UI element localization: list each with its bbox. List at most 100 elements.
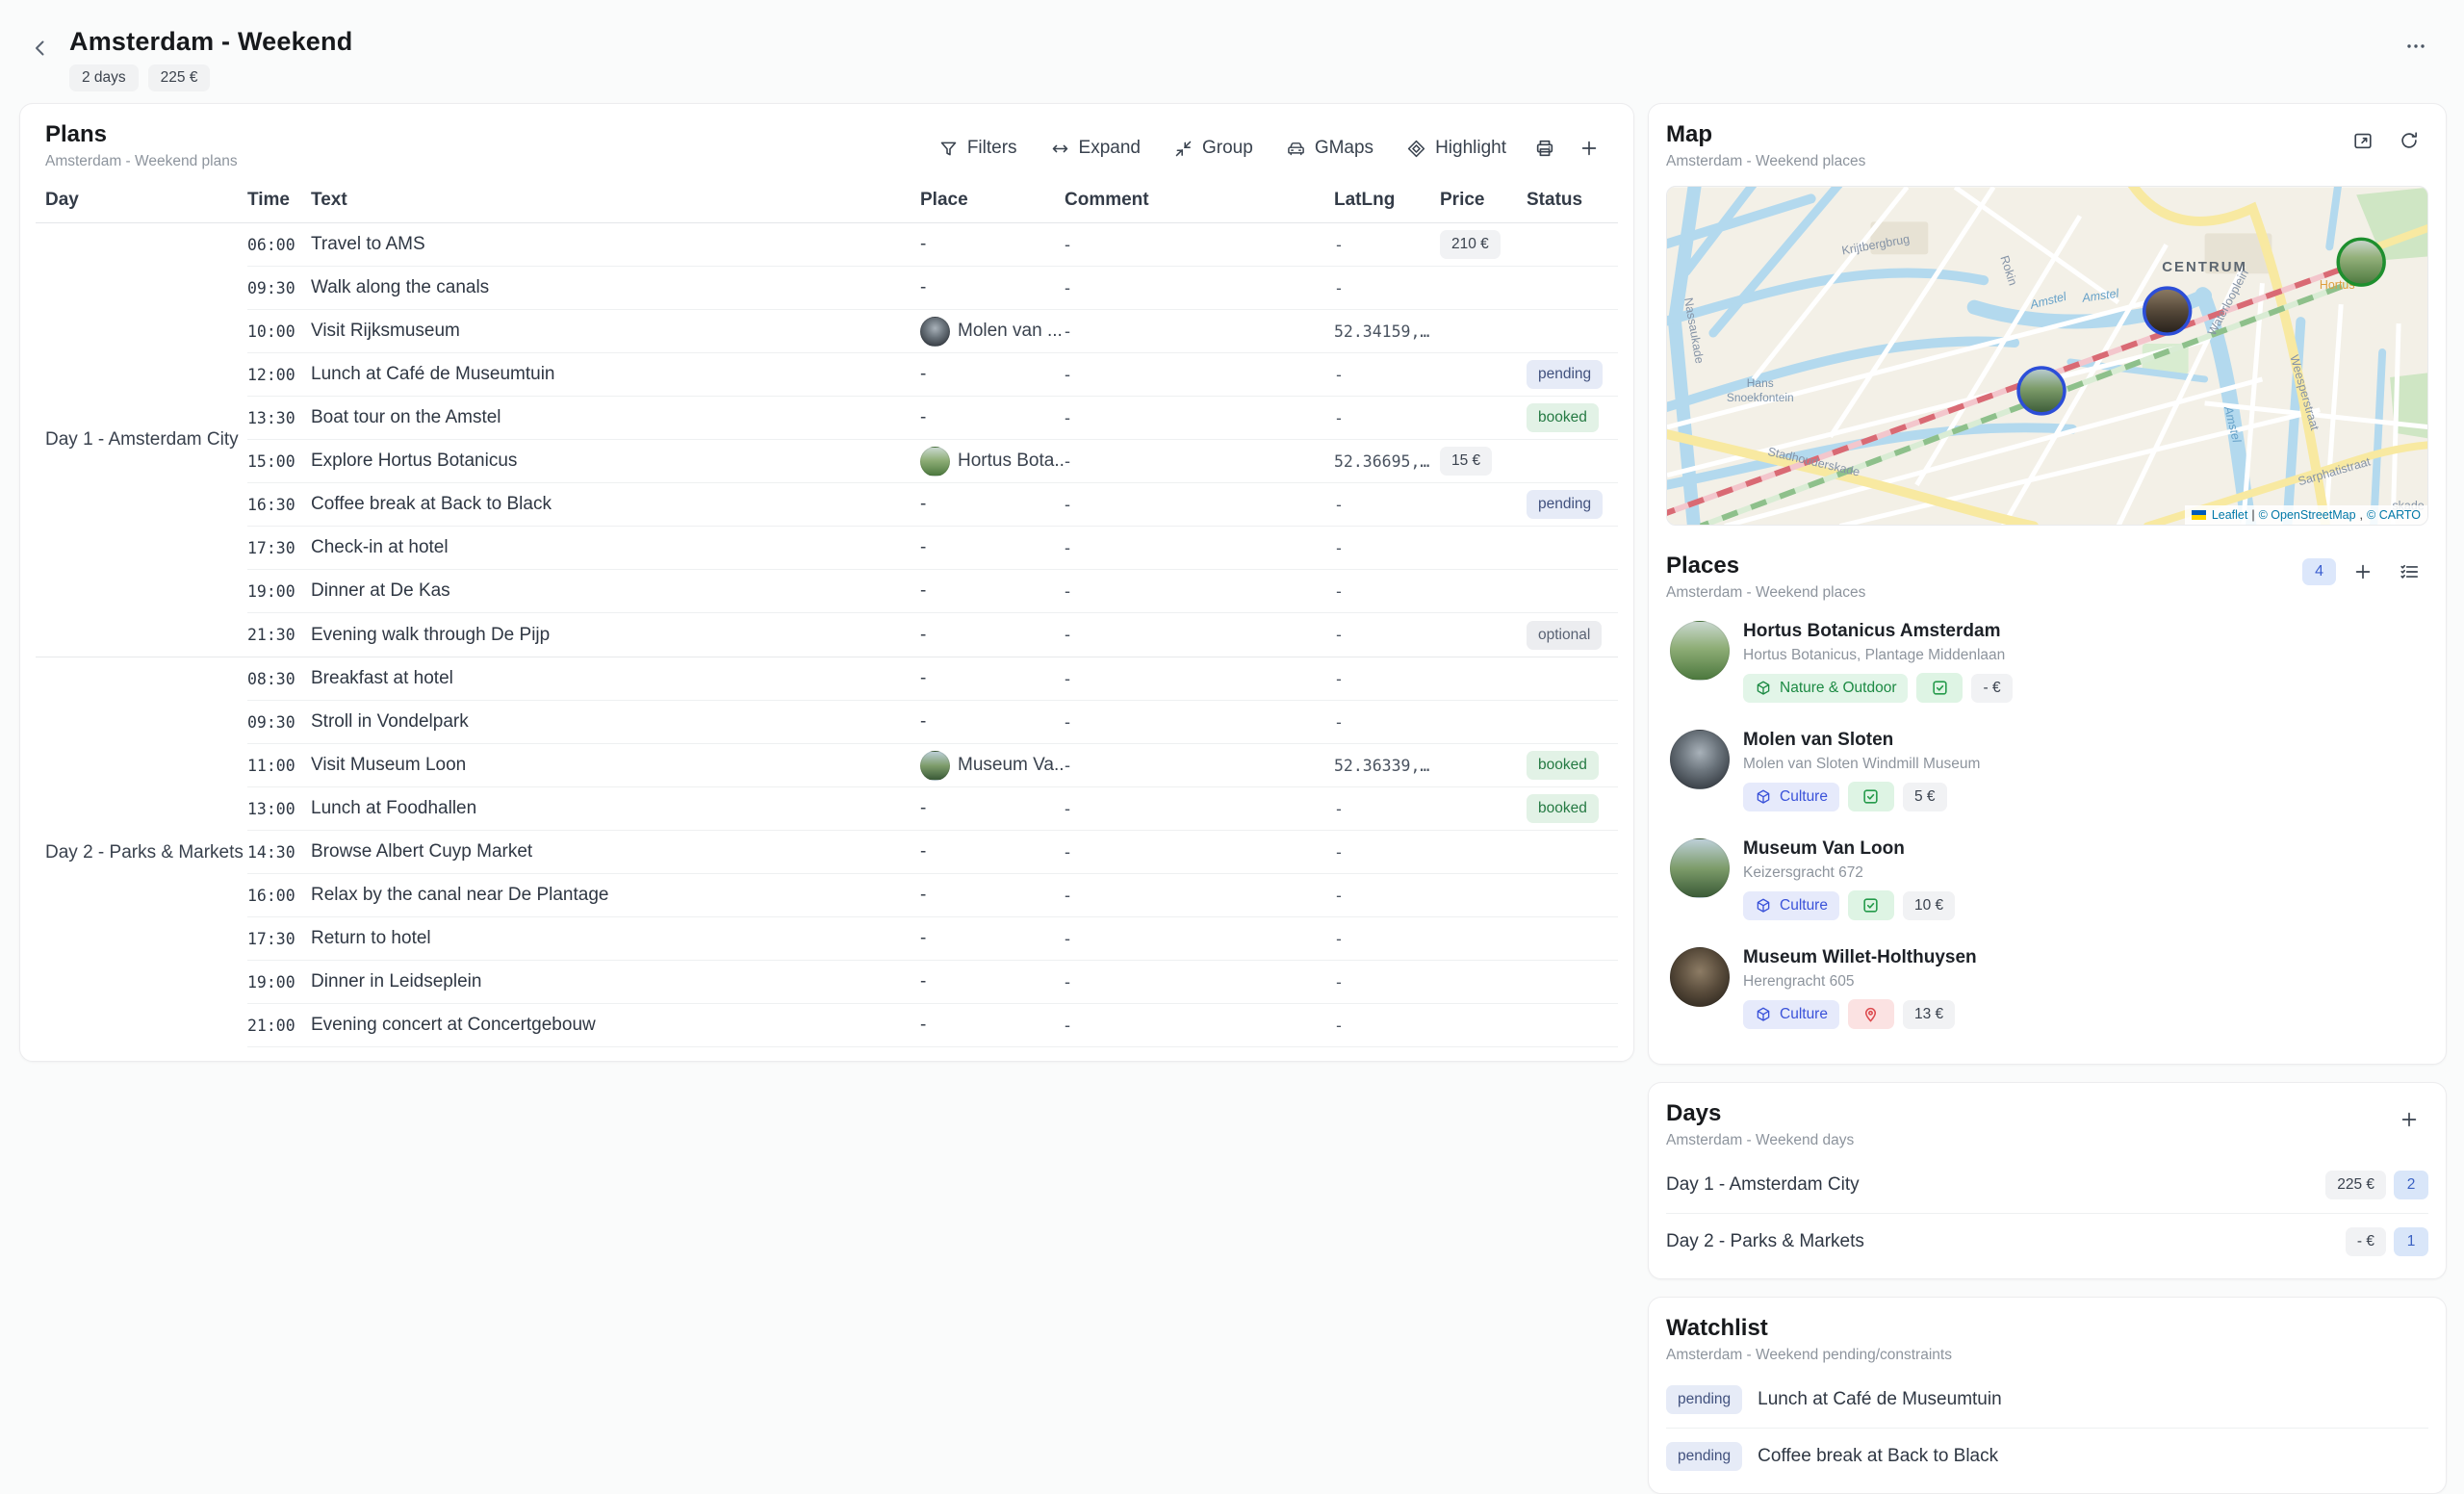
- place-list-item[interactable]: Museum Van LoonKeizersgracht 672Culture1…: [1666, 825, 2428, 934]
- table-row[interactable]: 06:00Travel to AMS---210 €: [247, 223, 1618, 267]
- osm-link[interactable]: © OpenStreetMap: [2259, 508, 2356, 522]
- cell-time: 11:00: [247, 757, 311, 775]
- day-list-item[interactable]: Day 2 - Parks & Markets- €1: [1666, 1213, 2428, 1269]
- table-row[interactable]: 14:30Browse Albert Cuyp Market---: [247, 831, 1618, 874]
- place-label: Molen van ...: [958, 321, 1063, 342]
- highlight-button[interactable]: Highlight: [1393, 130, 1520, 167]
- cell-place: -: [920, 798, 1065, 819]
- watchlist-item[interactable]: pendingCoffee break at Back to Black: [1666, 1428, 2428, 1483]
- cell-comment: -: [1065, 929, 1334, 949]
- table-row[interactable]: 19:00Dinner in Leidseplein---: [247, 961, 1618, 1004]
- cell-status: booked: [1527, 751, 1618, 780]
- cell-comment: -: [1065, 712, 1334, 733]
- map-refresh-button[interactable]: [2390, 121, 2428, 160]
- table-row[interactable]: 08:30Breakfast at hotel---: [247, 657, 1618, 701]
- table-row[interactable]: 15:00Explore Hortus BotanicusHortus Bota…: [247, 440, 1618, 483]
- map-places-card: Map Amsterdam - Weekend places: [1648, 103, 2447, 1065]
- map-canvas[interactable]: Krijtbergbrug Rokin Amstel Amstel CENTRU…: [1666, 186, 2428, 526]
- cell-text: Browse Albert Cuyp Market: [311, 841, 920, 863]
- map-image: Krijtbergbrug Rokin Amstel Amstel CENTRU…: [1667, 187, 2428, 526]
- gmaps-button[interactable]: GMaps: [1272, 130, 1387, 167]
- overflow-menu-button[interactable]: [2397, 27, 2435, 70]
- watchlist-text: Coffee break at Back to Black: [1758, 1446, 1998, 1467]
- cell-place: -: [920, 580, 1065, 602]
- day-price-badge: - €: [2346, 1227, 2386, 1256]
- watchlist-subtitle: Amsterdam - Weekend pending/constraints: [1666, 1347, 1952, 1364]
- attribution-comma: ,: [2360, 508, 2363, 522]
- add-place-button[interactable]: [2344, 553, 2382, 591]
- cell-latlng: -: [1334, 713, 1440, 732]
- map-label: Snoekfontein: [1727, 391, 1794, 404]
- add-plan-button[interactable]: [1570, 129, 1608, 167]
- group-button[interactable]: Group: [1160, 130, 1267, 167]
- cell-text: Breakfast at hotel: [311, 668, 920, 689]
- map-marker-willet-holthuysen[interactable]: [2144, 288, 2191, 334]
- cell-place: -: [920, 711, 1065, 733]
- expand-button[interactable]: Expand: [1037, 130, 1154, 167]
- check-square-icon: [1861, 896, 1880, 914]
- table-row[interactable]: 17:30Check-in at hotel---: [247, 527, 1618, 570]
- table-row[interactable]: 19:00Dinner at De Kas---: [247, 570, 1618, 613]
- back-button[interactable]: [23, 31, 58, 65]
- table-row[interactable]: 10:00Visit RijksmuseumMolen van ...-52.3…: [247, 310, 1618, 353]
- cell-text: Boat tour on the Amstel: [311, 407, 920, 428]
- filters-button[interactable]: Filters: [925, 130, 1031, 167]
- days-title: Days: [1666, 1100, 1854, 1127]
- place-address: Hortus Botanicus, Plantage Middenlaan: [1743, 647, 2013, 664]
- add-day-button[interactable]: [2390, 1100, 2428, 1139]
- cell-latlng: -: [1334, 930, 1440, 948]
- place-name: Hortus Botanicus Amsterdam: [1743, 621, 2013, 642]
- cell-text: Dinner at De Kas: [311, 580, 920, 602]
- day-list-item[interactable]: Day 1 - Amsterdam City225 €2: [1666, 1157, 2428, 1213]
- cell-latlng: -: [1334, 279, 1440, 297]
- cube-icon: [1755, 1006, 1772, 1023]
- day-count-badge: 1: [2394, 1227, 2428, 1256]
- place-photo: [1670, 838, 1730, 898]
- day-label: Day 1 - Amsterdam City: [36, 223, 247, 657]
- cell-latlng: -: [1334, 236, 1440, 254]
- chevron-left-icon: [29, 37, 52, 60]
- printer-icon: [1534, 138, 1555, 159]
- map-marker-hortus[interactable]: [2338, 239, 2384, 285]
- place-list-item[interactable]: Hortus Botanicus Amsterdam Hortus Botanic…: [1666, 607, 2428, 716]
- table-row[interactable]: 16:30Coffee break at Back to Black---pen…: [247, 483, 1618, 527]
- cell-place: -: [920, 234, 1065, 255]
- table-row[interactable]: 13:00Lunch at Foodhallen---booked: [247, 787, 1618, 831]
- table-row[interactable]: 09:30Stroll in Vondelpark---: [247, 701, 1618, 744]
- table-row[interactable]: 16:00Relax by the canal near De Plantage…: [247, 874, 1618, 917]
- table-row[interactable]: 13:30Boat tour on the Amstel---booked: [247, 397, 1618, 440]
- place-list-item[interactable]: Museum Willet-HolthuysenHerengracht 605C…: [1666, 934, 2428, 1043]
- map-fullscreen-button[interactable]: [2344, 121, 2382, 160]
- cell-comment: -: [1065, 408, 1334, 428]
- table-row[interactable]: 21:00Evening concert at Concertgebouw---: [247, 1004, 1618, 1047]
- table-row[interactable]: 17:30Return to hotel---: [247, 917, 1618, 961]
- cell-time: 09:30: [247, 713, 311, 732]
- open-in-full-icon: [2352, 130, 2374, 151]
- place-label: Hortus Bota...: [958, 451, 1065, 472]
- cell-latlng: -: [1334, 409, 1440, 427]
- places-list-view-button[interactable]: [2390, 553, 2428, 591]
- cell-place[interactable]: Hortus Bota...: [920, 447, 1065, 477]
- status-badge: booked: [1527, 403, 1599, 432]
- category-badge: Culture: [1743, 1000, 1839, 1029]
- carto-link[interactable]: © CARTO: [2367, 508, 2421, 522]
- plans-subtitle: Amsterdam - Weekend plans: [45, 153, 238, 170]
- status-badge: booked: [1527, 794, 1599, 823]
- table-row[interactable]: 09:30Walk along the canals---: [247, 267, 1618, 310]
- leaflet-link[interactable]: Leaflet: [2212, 508, 2248, 522]
- cell-place[interactable]: Molen van ...: [920, 317, 1065, 347]
- place-list-item[interactable]: Molen van SlotenMolen van Sloten Windmil…: [1666, 716, 2428, 825]
- table-row[interactable]: 12:00Lunch at Café de Museumtuin---pendi…: [247, 353, 1618, 397]
- plan-day-group: Day 1 - Amsterdam City06:00Travel to AMS…: [36, 223, 1618, 657]
- cell-time: 10:00: [247, 322, 311, 341]
- cell-place[interactable]: Museum Va...: [920, 751, 1065, 781]
- print-button[interactable]: [1526, 129, 1564, 167]
- cell-comment: -: [1065, 235, 1334, 255]
- cell-place: -: [920, 928, 1065, 949]
- watchlist-item[interactable]: pendingLunch at Café de Museumtuin: [1666, 1372, 2428, 1428]
- map-marker-van-loon[interactable]: [2018, 368, 2065, 414]
- table-row[interactable]: 11:00Visit Museum LoonMuseum Va...-52.36…: [247, 744, 1618, 787]
- check-square-icon: [1931, 679, 1949, 697]
- cube-icon: [1755, 680, 1772, 697]
- table-row[interactable]: 21:30Evening walk through De Pijp---opti…: [247, 613, 1618, 657]
